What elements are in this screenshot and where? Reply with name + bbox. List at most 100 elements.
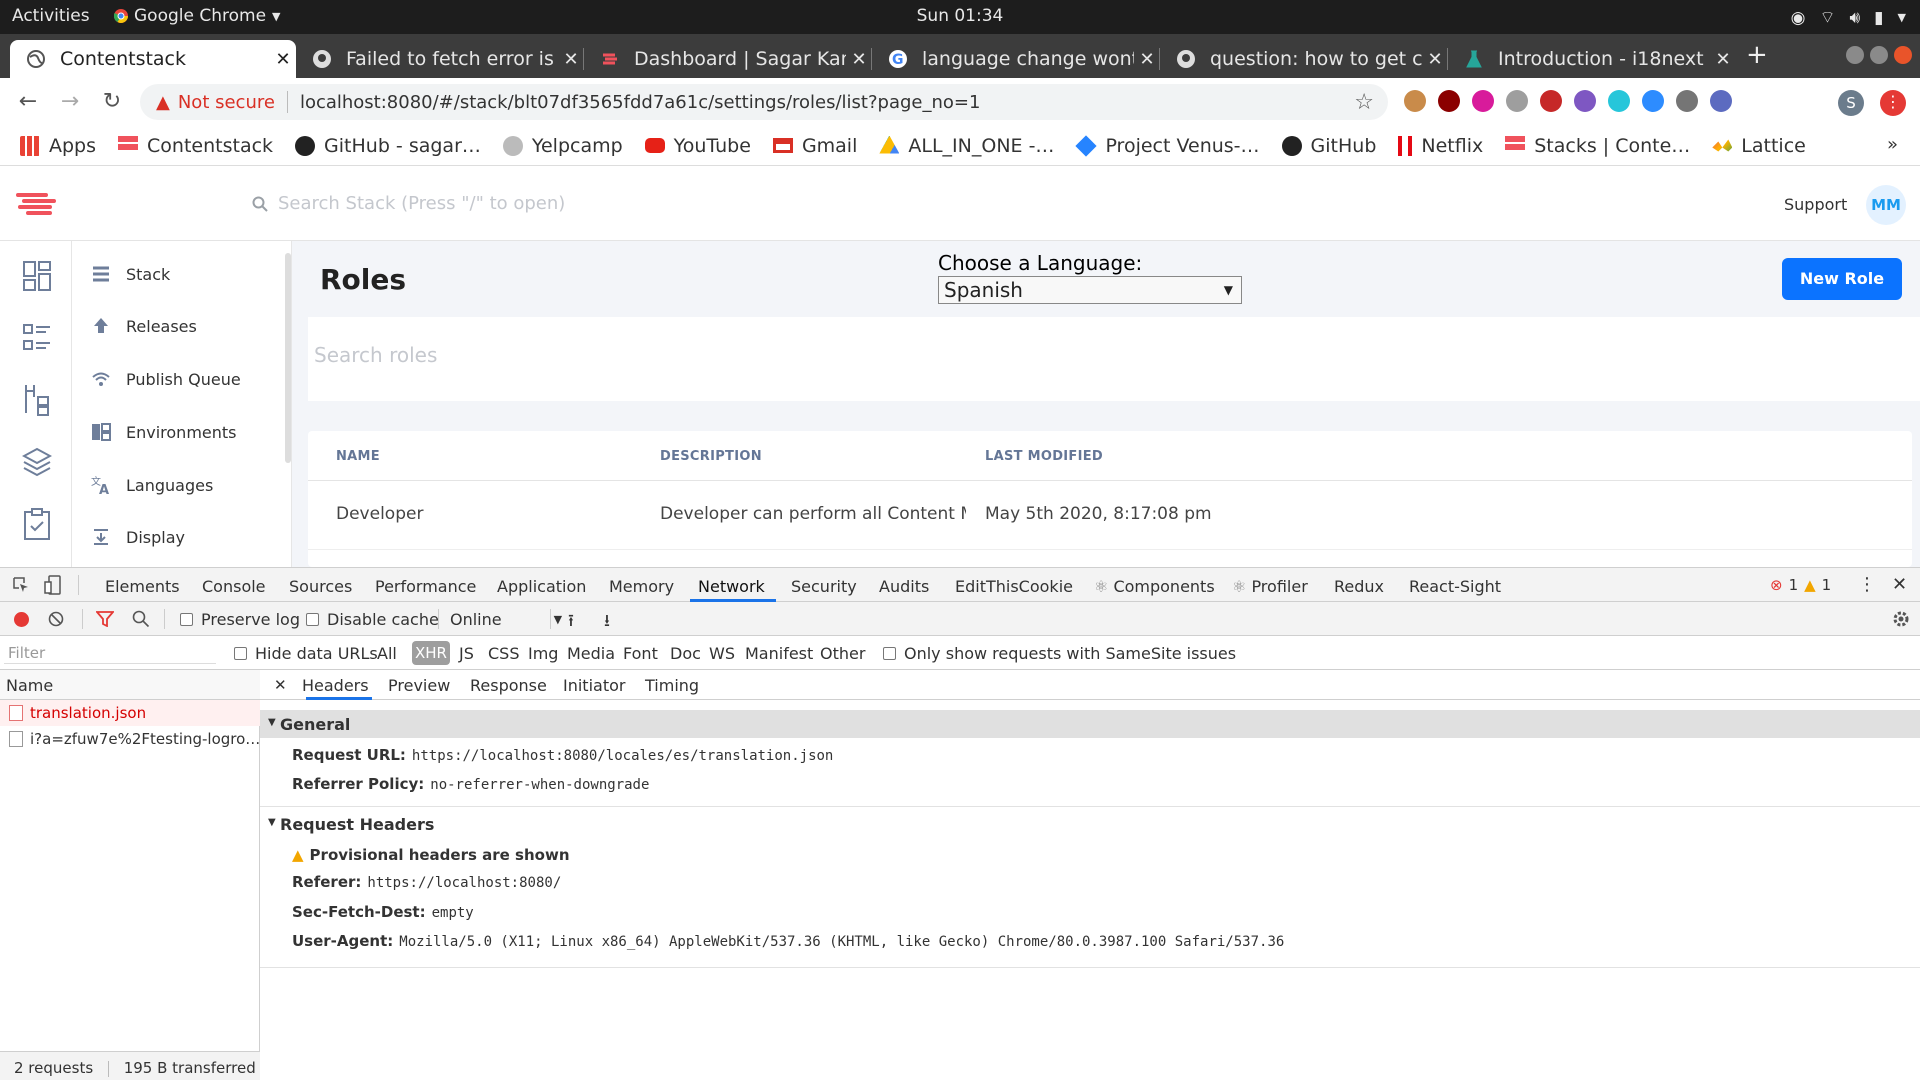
extension-icon[interactable]	[1608, 90, 1630, 112]
devtools-tab-application[interactable]: Application	[497, 577, 586, 596]
close-devtools-icon[interactable]: ✕	[1892, 574, 1907, 595]
system-tray[interactable]: ◉ ⌔ 🔊︎ ▮ ▼	[1791, 7, 1906, 29]
zoom-extension-icon[interactable]	[1642, 90, 1664, 112]
detail-tab-preview[interactable]: Preview	[388, 676, 450, 695]
devtools-tab-network[interactable]: Network	[698, 577, 765, 596]
close-tab-icon[interactable]: ✕	[1710, 49, 1736, 70]
detail-tab-timing[interactable]: Timing	[645, 676, 699, 695]
detail-tab-initiator[interactable]: Initiator	[563, 676, 625, 695]
profile-avatar[interactable]: S	[1838, 90, 1864, 116]
tasks-clipboard-icon[interactable]	[22, 507, 52, 541]
bookmark-github-sagar[interactable]: GitHub - sagar…	[295, 135, 481, 157]
preserve-log-checkbox[interactable]: Preserve log	[180, 610, 300, 629]
address-bar[interactable]: ▲ Not secure localhost:8080/#/stack/blt0…	[140, 84, 1388, 120]
nav-item-environments[interactable]: Environments	[90, 421, 237, 443]
inspect-element-icon[interactable]	[12, 576, 30, 594]
filter-type-doc[interactable]: Doc	[670, 644, 701, 663]
minimize-icon[interactable]	[1846, 46, 1864, 64]
devtools-tab-sources[interactable]: Sources	[289, 577, 352, 596]
clock[interactable]: Sun 01:34	[0, 6, 1920, 26]
bookmark-yelpcamp[interactable]: Yelpcamp	[502, 135, 623, 157]
close-tab-icon[interactable]: ✕	[1422, 49, 1448, 70]
layers-icon[interactable]	[22, 445, 52, 479]
bookmark-apps[interactable]: Apps	[20, 135, 96, 157]
disable-cache-checkbox[interactable]: Disable cache	[306, 610, 439, 629]
content-model-icon[interactable]	[22, 383, 52, 417]
content-list-icon[interactable]	[22, 321, 52, 355]
stack-search[interactable]: Search Stack (Press "/" to open)	[252, 193, 565, 214]
filter-type-ws[interactable]: WS	[709, 644, 735, 663]
devtools-tab-profiler[interactable]: ⚛ Profiler	[1232, 577, 1308, 596]
browser-tab[interactable]: question: how to get cu ✕	[1160, 40, 1448, 78]
export-har-icon[interactable]: ⭳	[604, 608, 610, 637]
table-row[interactable]: Developer Developer can perform all Cont…	[308, 482, 1912, 550]
devtools-tab-react-sight[interactable]: React-Sight	[1409, 577, 1501, 596]
hide-data-urls-checkbox[interactable]: Hide data URLs	[234, 644, 378, 663]
extension-icon[interactable]	[1472, 90, 1494, 112]
bookmark-youtube[interactable]: YouTube	[644, 135, 751, 157]
reload-button[interactable]: ↻	[98, 88, 126, 116]
close-tab-icon[interactable]: ✕	[846, 49, 872, 70]
bookmark-lattice[interactable]: Lattice	[1712, 135, 1806, 157]
column-header-name[interactable]: NAME	[336, 449, 380, 464]
bookmark-project-venus[interactable]: Project Venus-…	[1075, 135, 1260, 157]
record-icon[interactable]	[14, 612, 29, 627]
user-avatar[interactable]: MM	[1866, 185, 1906, 225]
filter-input[interactable]: Filter	[4, 642, 216, 664]
filter-type-manifest[interactable]: Manifest	[745, 644, 813, 663]
filter-type-other[interactable]: Other	[820, 644, 865, 663]
bookmark-all-in-one[interactable]: ALL_IN_ONE -…	[879, 135, 1054, 157]
gear-icon[interactable]	[1892, 610, 1910, 628]
devtools-tab-editthiscookie[interactable]: EditThisCookie	[955, 577, 1073, 596]
error-warning-counter[interactable]: ⊗ 1 ▲ 1	[1770, 576, 1831, 594]
devtools-menu-icon[interactable]: ⋮	[1858, 574, 1876, 595]
dashboard-icon[interactable]	[22, 259, 52, 293]
nav-scrollbar[interactable]	[285, 253, 291, 463]
maximize-icon[interactable]	[1870, 46, 1888, 64]
browser-tab[interactable]: G language change wont ✕	[872, 40, 1160, 78]
bookmark-stacks[interactable]: Stacks | Conte…	[1505, 135, 1690, 157]
extension-icon[interactable]	[1710, 90, 1732, 112]
general-section-header[interactable]: ▼ General	[260, 710, 1920, 738]
security-indicator[interactable]: ▲ Not secure	[156, 92, 275, 113]
samesite-issues-checkbox[interactable]: Only show requests with SameSite issues	[883, 644, 1236, 663]
bookmark-star-icon[interactable]: ☆	[1354, 90, 1374, 115]
nav-item-stack[interactable]: Stack	[90, 263, 170, 285]
browser-tab-contentstack[interactable]: Contentstack ✕	[10, 40, 296, 78]
filter-type-xhr[interactable]: XHR	[412, 641, 450, 665]
devtools-tab-audits[interactable]: Audits	[879, 577, 929, 596]
contentstack-logo-icon[interactable]	[16, 187, 58, 219]
new-tab-button[interactable]: +	[1746, 40, 1768, 70]
bookmark-github[interactable]: GitHub	[1281, 135, 1376, 157]
devtools-tab-performance[interactable]: Performance	[375, 577, 476, 596]
browser-tab[interactable]: Dashboard | Sagar Kam ✕	[584, 40, 872, 78]
column-header-description[interactable]: DESCRIPTION	[660, 449, 762, 464]
bookmark-gmail[interactable]: Gmail	[772, 135, 857, 157]
request-row[interactable]: translation.json	[0, 700, 260, 726]
bookmark-contentstack[interactable]: Contentstack	[118, 135, 273, 157]
chrome-menu-button[interactable]: ⋮	[1880, 90, 1906, 116]
filter-type-media[interactable]: Media	[567, 644, 615, 663]
shield-extension-icon[interactable]	[1506, 90, 1528, 112]
devtools-tab-components[interactable]: ⚛ Components	[1094, 577, 1215, 596]
nav-item-display[interactable]: Display	[90, 526, 185, 548]
extension-icon[interactable]	[1540, 90, 1562, 112]
forward-button[interactable]: →	[56, 88, 84, 116]
close-window-icon[interactable]	[1894, 46, 1912, 64]
detail-tab-response[interactable]: Response	[470, 676, 547, 695]
nav-item-releases[interactable]: Releases	[90, 315, 197, 337]
filter-type-all[interactable]: All	[377, 644, 397, 663]
back-button[interactable]: ←	[14, 88, 42, 116]
device-toolbar-icon[interactable]	[44, 575, 62, 595]
import-har-icon[interactable]: ⭱	[568, 608, 574, 637]
filter-funnel-icon[interactable]	[96, 611, 114, 627]
close-detail-icon[interactable]: ✕	[274, 676, 287, 694]
new-role-button[interactable]: New Role	[1782, 258, 1902, 300]
column-header-name[interactable]: Name	[0, 670, 260, 700]
throttling-select[interactable]: Online ▼	[450, 610, 562, 629]
request-row[interactable]: i?a=zfuw7e%2Ftesting-logro…	[0, 726, 260, 752]
support-link[interactable]: Support	[1784, 195, 1847, 214]
detail-tab-headers[interactable]: Headers	[302, 676, 369, 695]
bookmark-netflix[interactable]: Netflix	[1398, 135, 1483, 157]
filter-type-js[interactable]: JS	[459, 644, 474, 663]
